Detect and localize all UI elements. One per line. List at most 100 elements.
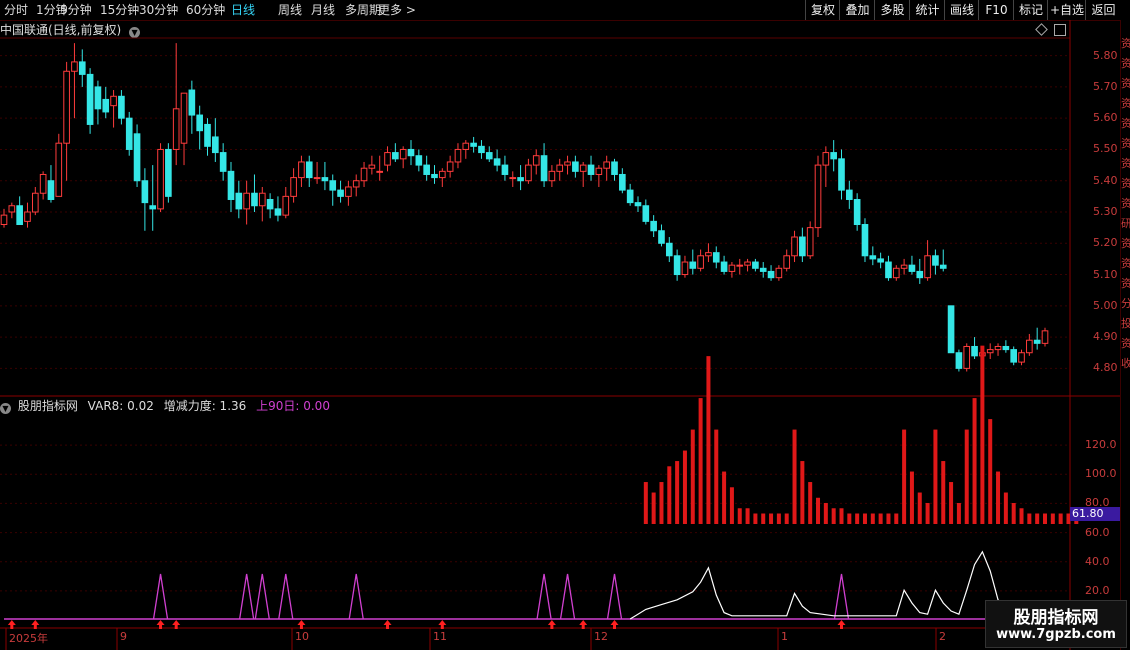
candle-body bbox=[55, 142, 63, 197]
strip-glyph: 资 bbox=[1121, 98, 1130, 110]
candle-body bbox=[102, 98, 110, 113]
candle-body bbox=[603, 161, 611, 169]
candle bbox=[626, 183, 634, 206]
indicator-bar bbox=[956, 503, 961, 524]
candle-body bbox=[172, 108, 180, 150]
strip-glyph: 资 bbox=[1121, 238, 1130, 250]
indicator-spike bbox=[606, 573, 623, 620]
candle-body bbox=[963, 345, 971, 369]
candle bbox=[438, 168, 446, 187]
date-tick-label: 2025年 bbox=[9, 632, 48, 645]
candle bbox=[916, 258, 924, 284]
indicator-bar bbox=[698, 398, 703, 524]
candle-body bbox=[932, 255, 939, 266]
indicator-bar bbox=[1027, 513, 1032, 524]
candle-body bbox=[133, 133, 141, 182]
candle-body bbox=[775, 267, 783, 279]
candle bbox=[478, 140, 485, 159]
candle bbox=[470, 136, 477, 153]
candle bbox=[822, 146, 830, 187]
candle-body bbox=[838, 158, 845, 191]
candle-body bbox=[673, 255, 681, 276]
candle bbox=[227, 161, 235, 212]
indicator-bar bbox=[870, 513, 875, 524]
indicator-bar bbox=[675, 461, 680, 524]
candle bbox=[986, 343, 994, 359]
date-tick-label: 1 bbox=[781, 630, 788, 643]
candle-body bbox=[744, 261, 751, 266]
candle-body bbox=[352, 180, 360, 188]
candle-body bbox=[720, 261, 728, 272]
candle-body bbox=[846, 189, 853, 200]
candle bbox=[853, 193, 861, 231]
candle bbox=[806, 221, 814, 259]
candle-body bbox=[885, 261, 892, 279]
price-tick-label: 5.70 bbox=[1093, 79, 1118, 93]
price-tick-label: 5.00 bbox=[1093, 298, 1118, 312]
candle-body bbox=[329, 180, 337, 191]
indicator-bar bbox=[949, 482, 954, 524]
candle bbox=[775, 265, 783, 281]
date-tick-label: 11 bbox=[433, 630, 447, 643]
candle bbox=[258, 186, 266, 222]
candle bbox=[485, 146, 493, 162]
indicator-bar bbox=[886, 513, 891, 524]
candle-body bbox=[572, 161, 579, 172]
candle-body bbox=[478, 145, 485, 154]
indicator-bar bbox=[902, 429, 907, 524]
candle bbox=[681, 255, 689, 278]
candle bbox=[368, 155, 376, 175]
indicator-bar bbox=[941, 461, 946, 524]
candle-body bbox=[462, 142, 470, 150]
candle bbox=[846, 180, 853, 209]
candle bbox=[971, 337, 978, 359]
candle-body bbox=[313, 177, 321, 180]
candle bbox=[172, 43, 180, 166]
indicator-bar bbox=[996, 471, 1001, 524]
candle bbox=[71, 43, 78, 119]
indicator-bar bbox=[831, 508, 836, 524]
candle-body bbox=[712, 252, 720, 263]
indicator-bar bbox=[1058, 513, 1063, 524]
candle-body bbox=[141, 180, 149, 204]
indicator-bar bbox=[909, 471, 914, 524]
indicator-spike bbox=[559, 573, 576, 620]
candle bbox=[1041, 327, 1049, 347]
indicator-bar bbox=[667, 466, 672, 524]
candle-body bbox=[532, 155, 540, 166]
candle-body bbox=[305, 161, 313, 179]
candle-body bbox=[24, 211, 31, 222]
strip-glyph: 资 bbox=[1121, 118, 1130, 130]
indicator-tick-label: 40.0 bbox=[1085, 554, 1110, 568]
candle-body bbox=[493, 158, 501, 166]
candle-body bbox=[689, 261, 697, 269]
indicator-bar bbox=[823, 503, 828, 524]
strip-glyph: 资 bbox=[1121, 178, 1130, 190]
indicator-bar bbox=[784, 513, 789, 524]
candle bbox=[892, 265, 900, 281]
candle-body bbox=[822, 152, 830, 166]
candle bbox=[595, 165, 603, 187]
candle bbox=[407, 140, 415, 166]
candle bbox=[572, 155, 579, 178]
strip-glyph: 资 bbox=[1121, 58, 1130, 70]
candle bbox=[24, 202, 31, 228]
candle-body bbox=[423, 164, 430, 175]
price-tick-label: 4.80 bbox=[1093, 361, 1118, 375]
strip-glyph: 资 bbox=[1121, 338, 1130, 350]
indicator-bar bbox=[925, 503, 930, 524]
candle bbox=[16, 196, 23, 226]
strip-glyph: 资 bbox=[1121, 158, 1130, 170]
right-info-strip: 资资资资资资资资资研资资资分投资收 bbox=[1120, 20, 1130, 650]
indicator-bar bbox=[808, 482, 813, 524]
candle bbox=[697, 249, 704, 272]
candle bbox=[1002, 340, 1010, 353]
candle bbox=[587, 155, 595, 181]
candle bbox=[838, 149, 845, 200]
candle-body bbox=[759, 267, 767, 272]
candle-body bbox=[501, 164, 509, 175]
watermark-title: 股朋指标网 bbox=[1013, 608, 1099, 628]
indicator-tick-label: 120.0 bbox=[1085, 438, 1117, 452]
indicator-bar bbox=[964, 429, 969, 524]
candle bbox=[752, 258, 759, 272]
